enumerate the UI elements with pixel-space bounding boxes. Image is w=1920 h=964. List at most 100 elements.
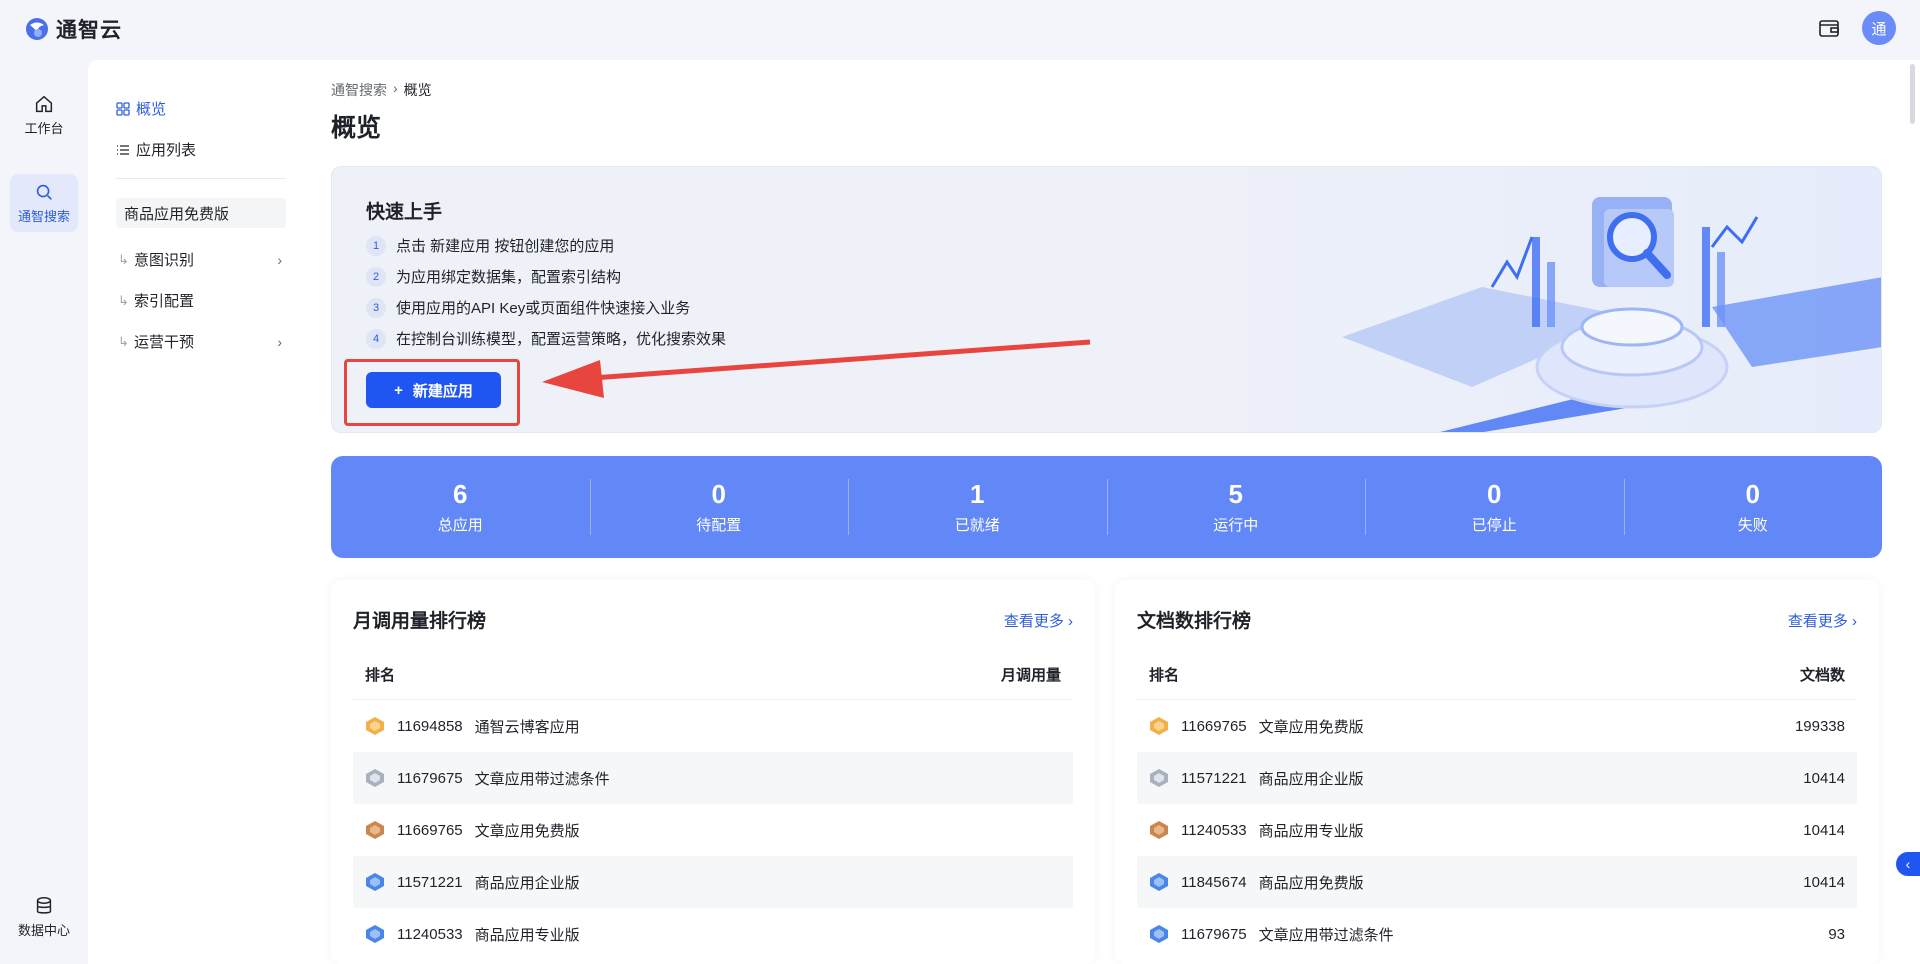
table-row[interactable]: 11240533 商品应用专业版 10414 [1137,804,1857,856]
nav-operations[interactable]: ↳ 运营干预 › [118,331,288,352]
branch-icon: ↳ [118,333,129,349]
rail-label-data-center: 数据中心 [17,923,70,938]
nav-divider [116,178,286,179]
table-row[interactable]: 11679675 文章应用带过滤条件 93 [1137,908,1857,960]
current-app-selector[interactable]: 商品应用免费版 [116,198,286,228]
page-title: 概览 [331,114,382,142]
table-row[interactable]: 11669765 文章应用免费版 199338 [1137,700,1857,752]
stat-label: 失败 [1737,517,1768,534]
step-text: 为应用绑定数据集，配置索引结构 [396,269,622,286]
row-id: 11694858 [397,717,463,735]
collapse-panel-button[interactable]: ‹ [1896,852,1920,876]
nav-overview[interactable]: 概览 [116,98,166,119]
row-id: 11669765 [1181,717,1247,735]
quickstart-step: 2 为应用绑定数据集，配置索引结构 [366,266,621,287]
medal-bronze-icon [366,821,384,839]
nav-overview-label: 概览 [136,101,167,118]
medal-blue-icon [1150,873,1168,891]
medal-gold-icon [1150,717,1168,735]
annotation-arrow [542,339,1091,398]
brand-name: 通智云 [56,19,122,42]
row-name: 商品应用专业版 [1258,822,1364,840]
column-value: 文档数 [1799,667,1845,684]
breadcrumb: 通智搜索 › 概览 [331,80,432,100]
column-rank: 排名 [1149,667,1180,684]
usage-rank-card: 月调用量排行榜 查看更多 › 排名 月调用量 11694858 通智云博客应用 … [331,580,1095,964]
rail-item-data-center[interactable]: 数据中心 [10,888,78,946]
row-id: 11240533 [1181,821,1247,839]
doc-rank-table: 排名 文档数 11669765 文章应用免费版 199338 11571221 … [1137,650,1857,960]
list-icon [117,144,129,155]
logo-icon [26,18,48,40]
rail-item-workbench[interactable]: 工作台 [10,86,78,144]
home-icon [35,95,53,113]
row-name: 商品应用专业版 [474,926,580,944]
branch-icon: ↳ [118,251,129,267]
medal-blue-icon [1150,925,1168,943]
row-name: 文章应用免费版 [474,822,580,840]
brand-logo[interactable]: 通智云 [24,14,122,44]
row-id: 11679675 [1181,925,1247,943]
table-row[interactable]: 11845674 商品应用免费版 10414 [1137,856,1857,908]
scrollbar-thumb[interactable] [1910,64,1915,124]
search-icon [36,184,52,200]
table-row[interactable]: 11694858 通智云博客应用 [353,700,1073,752]
table-row[interactable]: 11571221 商品应用企业版 10414 [1137,752,1857,804]
nav-app-list[interactable]: 应用列表 [116,139,196,160]
stat-value: 0 [1487,479,1502,509]
nav-intent-label: 意图识别 [134,252,195,269]
row-id: 11669765 [397,821,463,839]
step-number: 1 [366,235,386,256]
chevron-right-icon: › [277,333,282,350]
medal-gold-icon [366,717,384,735]
nav-operations-label: 运营干预 [134,334,195,351]
stat-label: 运行中 [1213,517,1259,534]
step-number: 2 [366,266,386,287]
table-row[interactable]: 11669765 文章应用免费版 [353,804,1073,856]
nav-intent-recognition[interactable]: ↳ 意图识别 › [118,249,288,270]
doc-rank-more-link[interactable]: 查看更多 › [1788,610,1857,631]
more-label: 查看更多 [1003,613,1064,630]
chevron-right-icon: › [1852,613,1857,630]
medal-silver-icon [1150,769,1168,787]
table-row[interactable]: 11679675 文章应用带过滤条件 [353,752,1073,804]
database-icon [36,897,52,914]
breadcrumb-separator-icon: › [393,80,398,96]
table-row[interactable]: 11240533 商品应用专业版 [353,908,1073,960]
medal-silver-icon [366,769,384,787]
stat-value: 0 [1745,479,1760,509]
step-text: 使用应用的API Key或页面组件快速接入业务 [396,300,691,317]
branch-icon: ↳ [118,292,129,308]
nav-app-list-label: 应用列表 [136,142,197,159]
stat-running: 5 运行中 [1106,479,1366,535]
quickstart-title: 快速上手 [366,202,443,223]
stat-label: 待配置 [696,517,742,534]
breadcrumb-parent[interactable]: 通智搜索 [331,80,387,100]
medal-bronze-icon [1150,821,1168,839]
doc-rank-card: 文档数排行榜 查看更多 › 排名 文档数 11669765 文章应用免费版 19… [1115,580,1879,964]
new-app-button[interactable]: + 新建应用 [366,372,501,408]
row-value: 10414 [1803,873,1845,891]
rail-item-search[interactable]: 通智搜索 [10,174,78,232]
quickstart-step: 1 点击 新建应用 按钮创建您的应用 [366,235,614,256]
row-id: 11571221 [1181,769,1247,787]
user-avatar[interactable]: 通 [1862,11,1896,45]
usage-rank-title: 月调用量排行榜 [353,611,487,632]
row-name: 文章应用带过滤条件 [1258,926,1394,944]
quickstart-panel: 快速上手 1 点击 新建应用 按钮创建您的应用 2 为应用绑定数据集，配置索引结… [331,166,1882,433]
nav-index-config[interactable]: ↳ 索引配置 [118,290,288,311]
sub-navigation: 概览 应用列表 商品应用免费版 ↳ 意图识别 › ↳ 索引配置 ↳ 运营干预 › [88,60,302,964]
stat-total: 6 总应用 [331,479,590,535]
grid-icon [116,101,130,116]
top-bar: 通智云 通 [0,0,1920,56]
stat-value: 1 [970,479,985,509]
row-value: 10414 [1803,821,1845,839]
doc-rank-title: 文档数排行榜 [1137,611,1252,632]
usage-rank-more-link[interactable]: 查看更多 › [1004,610,1073,631]
step-number: 4 [366,328,386,349]
quickstart-step: 3 使用应用的API Key或页面组件快速接入业务 [366,297,690,318]
table-row[interactable]: 11571221 商品应用企业版 [353,856,1073,908]
medal-blue-icon [366,925,384,943]
column-rank: 排名 [365,667,396,684]
wallet-icon[interactable] [1817,16,1841,40]
